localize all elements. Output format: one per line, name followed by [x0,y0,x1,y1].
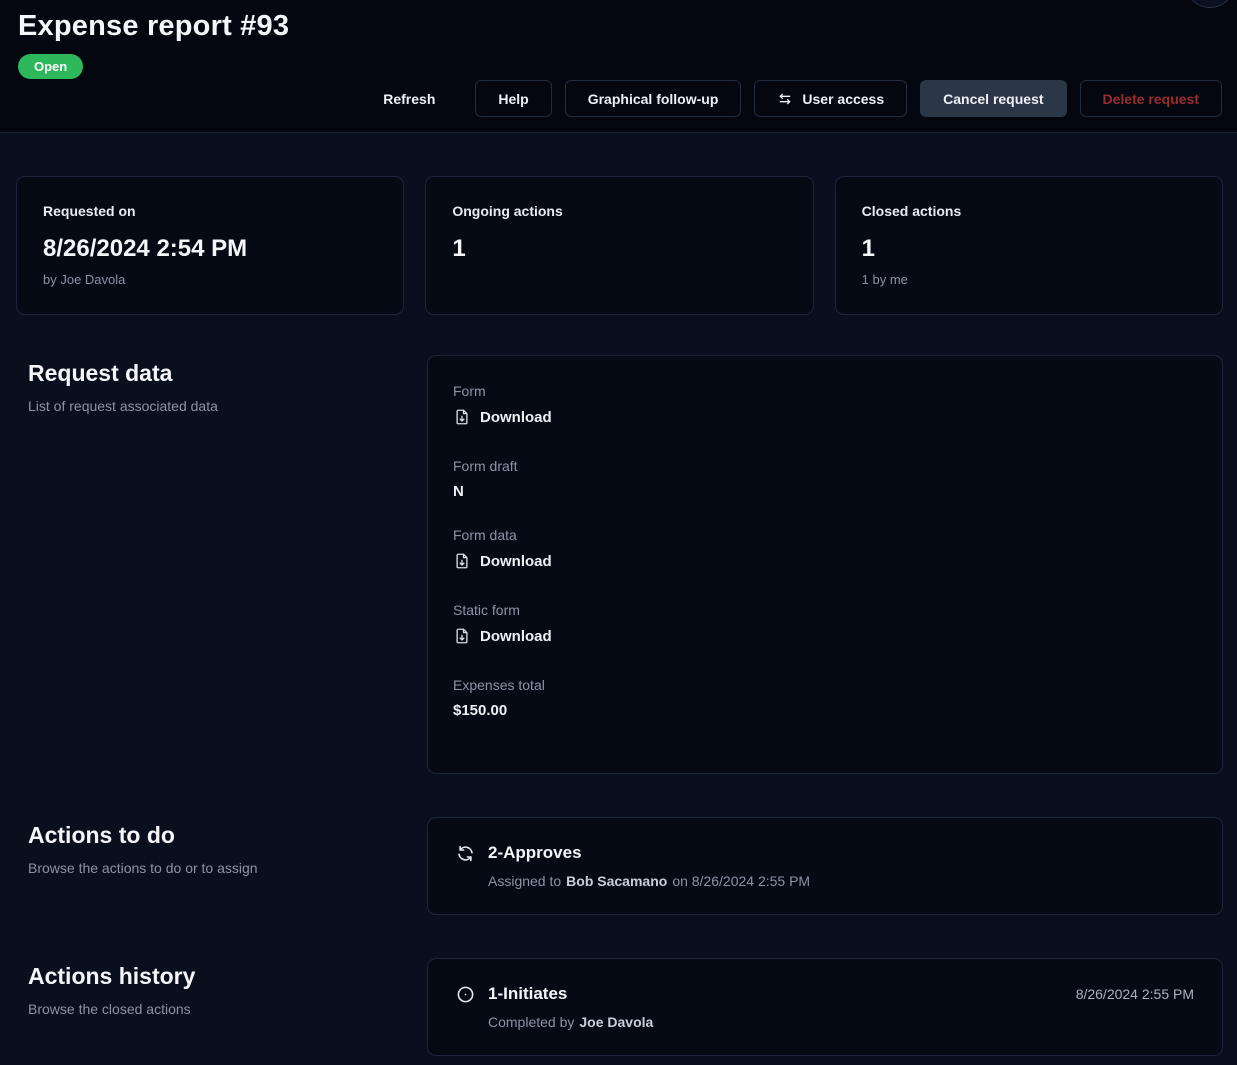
ongoing-actions-label: Ongoing actions [452,203,786,219]
history-title: 1-Initiates [488,984,1076,1004]
action-history-item[interactable]: 1-Initiates Completed by Joe Davola 8/26… [427,958,1223,1056]
actions-history-subtitle: Browse the closed actions [28,1001,427,1017]
closed-actions-card: Closed actions 1 1 by me [835,176,1223,315]
action-body: 2-Approves Assigned to Bob Sacamano on 8… [488,843,1194,889]
field-expenses-total: Expenses total $150.00 [453,677,1197,719]
status-badge: Open [18,54,83,79]
actions-history-section: Actions history Browse the closed action… [16,958,1223,1056]
history-body: 1-Initiates Completed by Joe Davola [488,984,1076,1030]
requested-on-label: Requested on [43,203,377,219]
field-static-form: Static form Download [453,602,1197,650]
assignee-name: Bob Sacamano [566,873,667,889]
stats-row: Requested on 8/26/2024 2:54 PM by Joe Da… [16,176,1223,315]
cancel-request-button[interactable]: Cancel request [920,80,1066,117]
field-form-label: Form [453,383,1197,399]
request-data-section: Request data List of request associated … [16,355,1223,774]
graphical-follow-up-button[interactable]: Graphical follow-up [565,80,742,117]
expenses-total-value: $150.00 [453,702,1197,719]
toolbar: Refresh Help Graphical follow-up User ac… [383,80,1222,117]
completed-by-name: Joe Davola [579,1014,653,1030]
actions-to-do-title: Actions to do [28,822,427,849]
actions-history-title: Actions history [28,963,427,990]
field-form-draft-label: Form draft [453,458,1197,474]
page-title: Expense report #93 [18,10,1221,43]
assigned-prefix: Assigned to [488,873,561,889]
field-form-draft: Form draft N [453,458,1197,500]
user-access-button[interactable]: User access [754,80,907,117]
file-download-icon [453,552,471,570]
field-form: Form Download [453,383,1197,431]
request-data-subtitle: List of request associated data [28,398,427,414]
action-to-do-item[interactable]: 2-Approves Assigned to Bob Sacamano on 8… [427,817,1223,915]
assigned-date: on 8/26/2024 2:55 PM [672,873,810,889]
field-expenses-total-label: Expenses total [453,677,1197,693]
refresh-button[interactable]: Refresh [383,91,435,107]
help-button[interactable]: Help [475,80,551,117]
delete-request-button[interactable]: Delete request [1080,80,1222,117]
user-access-label: User access [802,91,884,107]
field-static-form-label: Static form [453,602,1197,618]
record-circle-icon [456,985,475,1004]
file-download-icon [453,408,471,426]
page-header: Expense report #93 Open Refresh Help Gra… [0,0,1237,133]
request-data-title: Request data [28,360,427,387]
actions-to-do-section: Actions to do Browse the actions to do o… [16,817,1223,915]
sync-icon [456,844,475,863]
request-data-head: Request data List of request associated … [16,355,427,774]
ongoing-actions-card: Ongoing actions 1 [425,176,813,315]
field-form-data: Form data Download [453,527,1197,575]
closed-actions-count: 1 [862,235,1196,263]
form-download-link[interactable]: Download [453,408,552,426]
actions-to-do-subtitle: Browse the actions to do or to assign [28,860,427,876]
history-timestamp: 8/26/2024 2:55 PM [1076,986,1194,1002]
field-form-data-label: Form data [453,527,1197,543]
action-assignment: Assigned to Bob Sacamano on 8/26/2024 2:… [488,873,1194,889]
history-completion: Completed by Joe Davola [488,1014,1076,1030]
closed-actions-sub: 1 by me [862,272,1196,287]
static-form-download-label: Download [480,628,552,645]
form-data-download-label: Download [480,553,552,570]
form-draft-value: N [453,483,1197,500]
form-data-download-link[interactable]: Download [453,552,552,570]
ongoing-actions-count: 1 [452,235,786,263]
corner-decoration [1185,0,1235,8]
requested-on-card: Requested on 8/26/2024 2:54 PM by Joe Da… [16,176,404,315]
main-content: Requested on 8/26/2024 2:54 PM by Joe Da… [0,133,1237,1056]
form-download-label: Download [480,409,552,426]
actions-history-head: Actions history Browse the closed action… [16,958,427,1056]
request-data-card: Form Download Form draft N Form data [427,355,1223,774]
requested-by: by Joe Davola [43,272,377,287]
closed-actions-label: Closed actions [862,203,1196,219]
transfer-arrows-icon [777,91,793,107]
action-title: 2-Approves [488,843,1194,863]
completed-prefix: Completed by [488,1014,574,1030]
requested-on-value: 8/26/2024 2:54 PM [43,235,377,263]
file-download-icon [453,627,471,645]
actions-to-do-head: Actions to do Browse the actions to do o… [16,817,427,915]
static-form-download-link[interactable]: Download [453,627,552,645]
